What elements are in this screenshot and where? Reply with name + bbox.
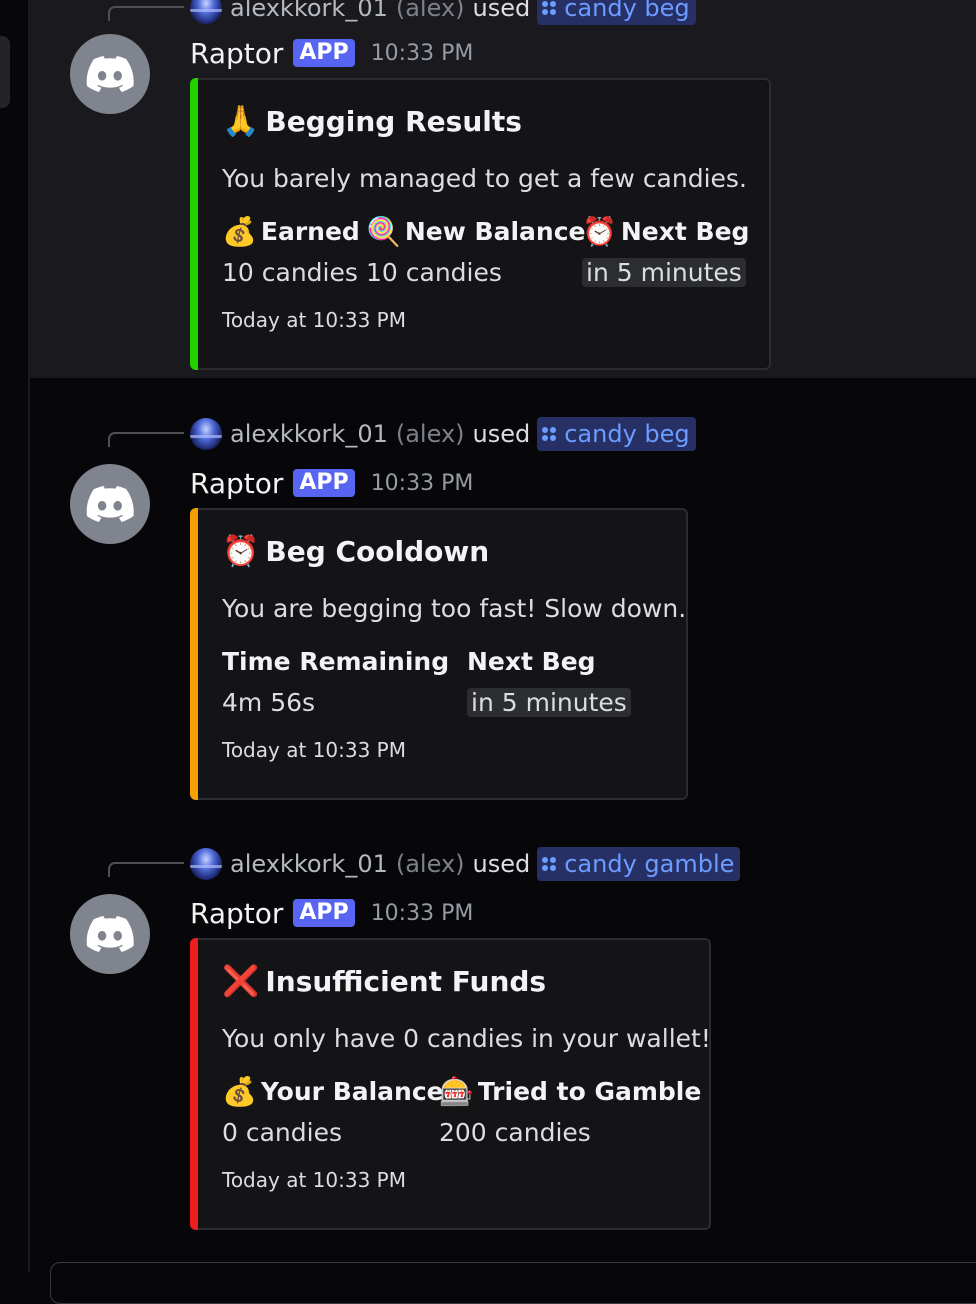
- embed-description: You are begging too fast! Slow down.: [222, 594, 687, 623]
- reply-handle: (alex): [395, 850, 465, 878]
- embed-description: You barely managed to get a few candies.: [222, 164, 747, 193]
- bot-avatar[interactable]: [70, 34, 150, 114]
- reply-context[interactable]: alexkkork_01 (alex) used candy beg: [190, 0, 696, 25]
- embed-card: ⏰ Beg Cooldown You are begging too fast!…: [190, 508, 688, 800]
- embed-footer: Today at 10:33 PM: [222, 1168, 406, 1192]
- reply-spine: [108, 862, 184, 877]
- field-name: Earned: [260, 216, 360, 246]
- field-name: Next Beg: [467, 646, 596, 676]
- command-name: candy beg: [564, 0, 690, 22]
- bot-name[interactable]: Raptor: [190, 897, 283, 930]
- field-value: 10 candies: [222, 257, 358, 287]
- server-rail-stub: [0, 36, 10, 108]
- reply-username[interactable]: alexkkork_01: [230, 0, 388, 22]
- embed-footer: Today at 10:33 PM: [222, 738, 406, 762]
- user-avatar-icon[interactable]: [190, 418, 222, 450]
- reply-handle: (alex): [395, 0, 465, 22]
- reply-spine: [108, 6, 184, 21]
- embed-description: You only have 0 candies in your wallet!: [222, 1024, 711, 1053]
- slash-command-chip[interactable]: candy gamble: [537, 847, 741, 881]
- field-value: 4m 56s: [222, 687, 316, 717]
- alarm-clock-icon: ⏰: [582, 214, 617, 248]
- embed-accent-bar: [190, 78, 198, 370]
- praying-hands-icon: 🙏: [222, 104, 260, 139]
- discord-logo-icon: [86, 916, 134, 952]
- embed-accent-bar: [190, 508, 198, 800]
- reply-used-label: used: [472, 0, 531, 22]
- reply-username[interactable]: alexkkork_01: [230, 420, 388, 448]
- reply-username[interactable]: alexkkork_01: [230, 850, 388, 878]
- embed-accent-bar: [190, 938, 198, 1230]
- discord-logo-icon: [86, 56, 134, 92]
- message-header: Raptor APP 10:33 PM: [190, 893, 473, 933]
- embed-field: ⏰ Next Beg in 5 minutes: [582, 212, 749, 292]
- bot-avatar[interactable]: [70, 464, 150, 544]
- message-header: Raptor APP 10:33 PM: [190, 463, 473, 503]
- message-timestamp[interactable]: 10:33 PM: [371, 41, 474, 66]
- field-name: Next Beg: [620, 216, 750, 246]
- slash-command-icon: [542, 1, 557, 15]
- money-bag-icon: 💰: [222, 214, 257, 248]
- embed-title-text: Insufficient Funds: [265, 965, 547, 998]
- reply-context[interactable]: alexkkork_01 (alex) used candy gamble: [190, 847, 741, 881]
- field-name: Time Remaining: [222, 646, 450, 676]
- slot-machine-icon: 🎰: [439, 1074, 474, 1108]
- alarm-clock-icon: ⏰: [222, 534, 260, 569]
- slash-command-chip[interactable]: candy beg: [537, 417, 696, 451]
- message-timestamp[interactable]: 10:33 PM: [371, 471, 474, 496]
- lollipop-icon: 🍭: [366, 214, 401, 248]
- embed-field: 🎰 Tried to Gamble 200 candies: [439, 1072, 701, 1152]
- reply-used-label: used: [472, 420, 531, 448]
- bot-name[interactable]: Raptor: [190, 37, 283, 70]
- relative-time-chip[interactable]: in 5 minutes: [467, 687, 631, 717]
- embed-title: ❌ Insufficient Funds: [222, 964, 546, 999]
- reply-used-label: used: [472, 850, 531, 878]
- message-header: Raptor APP 10:33 PM: [190, 33, 473, 73]
- embed-title-text: Beg Cooldown: [265, 535, 490, 568]
- embed-field: Time Remaining 4m 56s: [222, 642, 449, 722]
- command-name: candy beg: [564, 420, 690, 448]
- app-badge: APP: [293, 469, 355, 497]
- field-name: Your Balance: [260, 1076, 444, 1106]
- message-timestamp[interactable]: 10:33 PM: [371, 901, 474, 926]
- embed-title: 🙏 Begging Results: [222, 104, 522, 139]
- embed-card: ❌ Insufficient Funds You only have 0 can…: [190, 938, 711, 1230]
- slash-command-icon: [542, 857, 557, 871]
- reply-spine: [108, 432, 184, 447]
- field-name: Tried to Gamble: [477, 1076, 702, 1106]
- field-value: 200 candies: [439, 1117, 591, 1147]
- embed-field: 💰 Your Balance 0 candies: [222, 1072, 444, 1152]
- reply-handle: (alex): [395, 420, 465, 448]
- app-badge: APP: [293, 39, 355, 67]
- relative-time-chip[interactable]: in 5 minutes: [582, 257, 746, 287]
- cross-mark-icon: ❌: [222, 964, 260, 999]
- embed-field: 🍭 New Balance 10 candies: [366, 212, 586, 292]
- money-bag-icon: 💰: [222, 1074, 257, 1108]
- user-avatar-icon[interactable]: [190, 0, 222, 24]
- embed-card: 🙏 Begging Results You barely managed to …: [190, 78, 771, 370]
- embed-footer: Today at 10:33 PM: [222, 308, 406, 332]
- slash-command-icon: [542, 427, 557, 441]
- command-name: candy gamble: [564, 850, 735, 878]
- embed-title: ⏰ Beg Cooldown: [222, 534, 489, 569]
- field-value: 10 candies: [366, 257, 502, 287]
- field-name: New Balance: [404, 216, 586, 246]
- slash-command-chip[interactable]: candy beg: [537, 0, 696, 25]
- embed-field: 💰 Earned 10 candies: [222, 212, 360, 292]
- reply-context[interactable]: alexkkork_01 (alex) used candy beg: [190, 417, 696, 451]
- discord-logo-icon: [86, 486, 134, 522]
- bot-avatar[interactable]: [70, 894, 150, 974]
- user-avatar-icon[interactable]: [190, 848, 222, 880]
- field-value: 0 candies: [222, 1117, 342, 1147]
- app-badge: APP: [293, 899, 355, 927]
- bot-name[interactable]: Raptor: [190, 467, 283, 500]
- embed-title-text: Begging Results: [265, 105, 522, 138]
- embed-field: Next Beg in 5 minutes: [467, 642, 631, 722]
- message-input-box[interactable]: [50, 1262, 976, 1304]
